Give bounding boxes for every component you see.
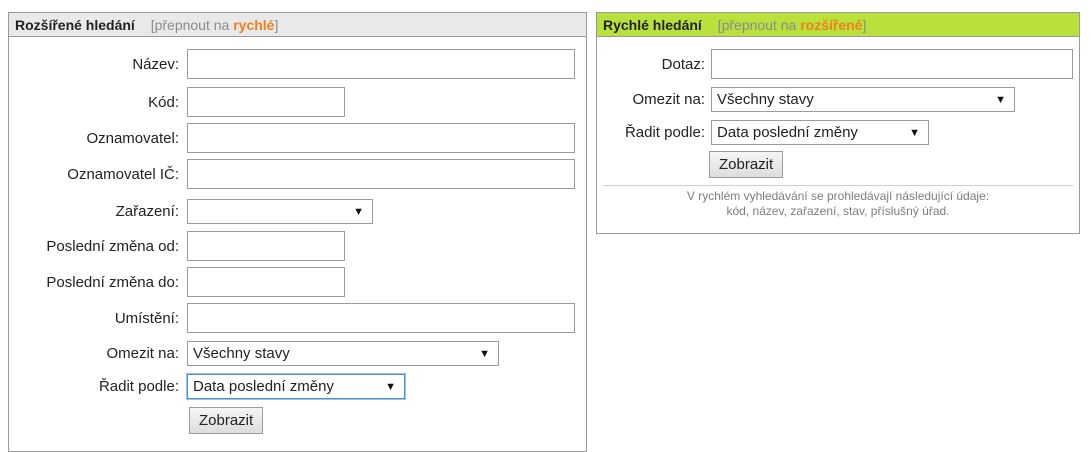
field-row-radit: Řadit podle: Data poslední změny ▼ — [9, 374, 405, 399]
chevron-down-icon: ▼ — [909, 126, 920, 139]
chevron-down-icon: ▼ — [353, 205, 364, 218]
chevron-down-icon: ▼ — [385, 380, 396, 393]
umisteni-label: Umístění: — [114, 309, 179, 327]
switch-to-quick: [přepnout na rychlé] — [150, 17, 279, 33]
quick-search-header: Rychlé hledání [přepnout na rozšířené] — [597, 13, 1079, 37]
radit-selected-value: Data poslední změny — [193, 378, 334, 395]
switch-to-advanced-link[interactable]: rozšířené — [800, 17, 862, 33]
field-row-nazev: Název: — [9, 49, 575, 79]
omezit-label: Omezit na: — [106, 345, 179, 362]
hint-line-1: V rychlém vyhledávání se prohledávají ná… — [686, 189, 990, 203]
chevron-down-icon: ▼ — [995, 93, 1006, 106]
quick-field-row-radit: Řadit podle: Data poslední změny ▼ — [597, 120, 929, 145]
quick-omezit-selected-value: Všechny stavy — [717, 91, 814, 108]
quick-omezit-select[interactable]: Všechny stavy ▼ — [711, 87, 1015, 112]
hint-line-2: kód, název, zařazení, stav, příslušný úř… — [726, 204, 950, 218]
radit-select[interactable]: Data poslední změny ▼ — [187, 374, 405, 399]
zarazeni-label: Zařazení: — [115, 203, 179, 220]
quick-search-hint: V rychlém vyhledávání se prohledávají ná… — [597, 189, 1079, 219]
field-row-zmena-od: Poslední změna od: — [9, 231, 345, 261]
chevron-down-icon: ▼ — [479, 347, 490, 360]
switch-to-advanced: [přepnout na rozšířené] — [717, 17, 867, 33]
nazev-input[interactable] — [187, 49, 575, 79]
quick-search-panel: Rychlé hledání [přepnout na rozšířené] D… — [596, 12, 1080, 234]
umisteni-input[interactable] — [187, 303, 575, 333]
advanced-search-title: Rozšířené hledání — [15, 17, 135, 33]
quick-radit-label: Řadit podle: — [624, 124, 705, 141]
kod-label: Kód: — [148, 93, 179, 111]
zmena-do-input[interactable] — [187, 267, 345, 297]
quick-submit-row: Zobrazit — [597, 151, 784, 178]
oznamovatel-input[interactable] — [187, 123, 575, 153]
hint-divider — [603, 185, 1073, 186]
field-row-kod: Kód: — [9, 87, 345, 117]
field-row-dotaz: Dotaz: — [597, 49, 1073, 79]
oznamovatel-ic-label: Oznamovatel IČ: — [67, 165, 179, 183]
kod-input[interactable] — [187, 87, 345, 117]
dotaz-label: Dotaz: — [661, 55, 705, 73]
quick-submit-button[interactable]: Zobrazit — [709, 151, 784, 178]
field-row-umisteni: Umístění: — [9, 303, 575, 333]
field-row-zmena-do: Poslední změna do: — [9, 267, 345, 297]
advanced-submit-button[interactable]: Zobrazit — [189, 407, 264, 434]
quick-radit-select[interactable]: Data poslední změny ▼ — [711, 120, 929, 145]
radit-label: Řadit podle: — [98, 378, 179, 395]
switch-to-quick-link[interactable]: rychlé — [233, 17, 274, 33]
zarazeni-select[interactable]: ▼ — [187, 199, 373, 224]
zmena-od-label: Poslední změna od: — [46, 237, 179, 255]
advanced-search-header: Rozšířené hledání [přepnout na rychlé] — [9, 13, 586, 37]
omezit-select[interactable]: Všechny stavy ▼ — [187, 341, 499, 366]
field-row-omezit: Omezit na: Všechny stavy ▼ — [9, 341, 499, 366]
zmena-od-input[interactable] — [187, 231, 345, 261]
oznamovatel-label: Oznamovatel: — [86, 129, 179, 147]
field-row-zarazeni: Zařazení: ▼ — [9, 199, 373, 224]
zmena-do-label: Poslední změna do: — [46, 273, 179, 291]
omezit-selected-value: Všechny stavy — [193, 345, 290, 362]
advanced-search-panel: Rozšířené hledání [přepnout na rychlé] N… — [8, 12, 587, 452]
quick-omezit-label: Omezit na: — [632, 91, 705, 108]
field-row-oznamovatel: Oznamovatel: — [9, 123, 575, 153]
oznamovatel-ic-input[interactable] — [187, 159, 575, 189]
nazev-label: Název: — [132, 55, 179, 73]
quick-field-row-omezit: Omezit na: Všechny stavy ▼ — [597, 87, 1015, 112]
submit-row: Zobrazit — [9, 407, 264, 434]
dotaz-input[interactable] — [711, 49, 1073, 79]
quick-radit-selected-value: Data poslední změny — [717, 124, 858, 141]
quick-search-title: Rychlé hledání — [603, 17, 702, 33]
field-row-oznamovatel-ic: Oznamovatel IČ: — [9, 159, 575, 189]
